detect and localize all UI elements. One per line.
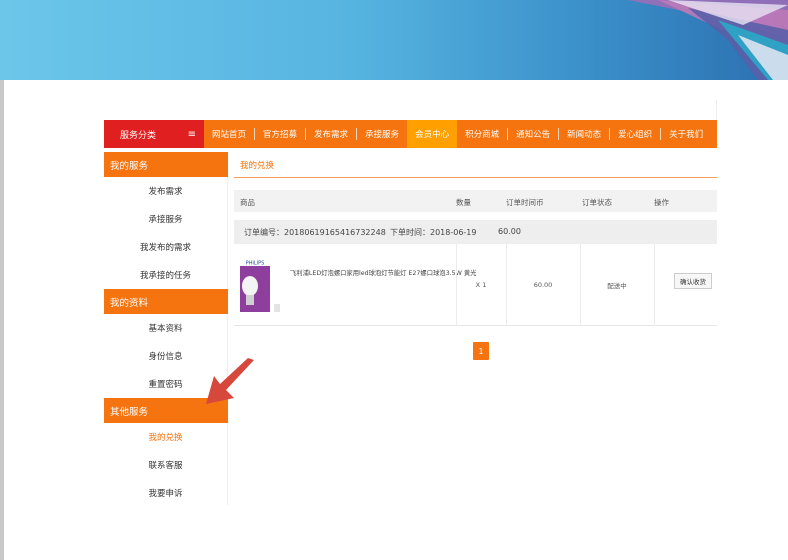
sidebar: 我的服务 发布需求 承接服务 我发布的需求 我承接的任务 我的资料 基本资料 身… xyxy=(104,152,228,505)
nav-item-points-mall[interactable]: 积分商城 xyxy=(457,120,507,148)
nav-item-services[interactable]: 承接服务 xyxy=(357,120,407,148)
sidebar-item-post-demand[interactable]: 发布需求 xyxy=(104,177,228,205)
decorative-ribbon-graphic xyxy=(628,0,788,80)
sidebar-item-my-tasks[interactable]: 我承接的任务 xyxy=(104,261,228,289)
nav-item-charity[interactable]: 爱心组织 xyxy=(610,120,660,148)
nav-item-label: 发布需求 xyxy=(314,130,349,140)
nav-category-button[interactable]: 服务分类 ≡ xyxy=(104,120,204,148)
sidebar-item-services[interactable]: 承接服务 xyxy=(104,205,228,233)
menu-icon: ≡ xyxy=(187,128,196,140)
sidebar-section-title: 我的资料 xyxy=(104,289,228,314)
column-header-quantity: 数量 xyxy=(456,198,471,207)
main-content: 我的兑换 商品 数量 订单时间币 订单状态 操作 订单编号：2018061916… xyxy=(234,152,717,360)
column-header-product: 商品 xyxy=(240,198,255,207)
nav-item-label: 官方招募 xyxy=(263,130,298,140)
nav-item-label: 网站首页 xyxy=(212,130,247,140)
sidebar-item-complaint[interactable]: 我要申诉 xyxy=(104,479,228,505)
table-row: PHILIPS 飞利浦LED灯泡螺口家用led球泡灯节能灯 E27螺口球泡3.5… xyxy=(234,244,717,326)
column-header-coins: 订单时间币 xyxy=(506,198,544,207)
table-header: 商品 数量 订单时间币 订单状态 操作 xyxy=(234,190,717,212)
member-center-page: 服务分类 ≡ 网站首页 官方招募 发布需求 承接服务 会员中心 积分商城 通知公… xyxy=(104,100,717,505)
top-spacer xyxy=(104,100,717,120)
order-status: 配送中 xyxy=(607,282,627,290)
bulb-package-icon: PHILIPS xyxy=(240,258,280,312)
order-quantity: X 1 xyxy=(475,281,487,289)
column-header-action: 操作 xyxy=(654,198,669,207)
order-number: 订单编号：20180619165416732248 xyxy=(244,228,386,237)
nav-item-label: 爱心组织 xyxy=(618,130,653,140)
nav-category-label: 服务分类 xyxy=(120,130,157,141)
pointer-arrow-icon xyxy=(206,358,254,404)
confirm-receipt-button[interactable]: 确认收货 xyxy=(674,273,712,289)
product-image[interactable]: PHILIPS xyxy=(236,254,284,318)
nav-item-news[interactable]: 新闻动态 xyxy=(559,120,609,148)
order-amount: 60.00 xyxy=(498,227,521,236)
nav-item-label: 新闻动态 xyxy=(567,130,602,140)
sidebar-item-basic-info[interactable]: 基本资料 xyxy=(104,314,228,342)
pagination-page-1[interactable]: 1 xyxy=(473,342,489,360)
nav-item-about[interactable]: 关于我们 xyxy=(661,120,711,148)
sidebar-section-title: 我的服务 xyxy=(104,152,228,177)
left-edge-strip xyxy=(0,80,4,560)
page-title: 我的兑换 xyxy=(234,152,717,178)
product-name[interactable]: 飞利浦LED灯泡螺口家用led球泡灯节能灯 E27螺口球泡3.5W 黄光 xyxy=(290,268,476,277)
cell-divider xyxy=(654,244,655,326)
nav-item-label: 承接服务 xyxy=(365,130,400,140)
nav-item-member-center[interactable]: 会员中心 xyxy=(407,120,458,148)
sidebar-item-contact-support[interactable]: 联系客服 xyxy=(104,451,228,479)
nav-item-label: 通知公告 xyxy=(516,130,551,140)
sidebar-item-my-exchange[interactable]: 我的兑换 xyxy=(104,423,228,451)
nav-item-home[interactable]: 网站首页 xyxy=(204,120,254,148)
nav-item-post-demand[interactable]: 发布需求 xyxy=(306,120,356,148)
product-brand-logo: PHILIPS xyxy=(246,261,265,267)
order-time: 下单时间：2018-06-19 xyxy=(390,228,477,237)
order-info-bar: 订单编号：20180619165416732248 下单时间：2018-06-1… xyxy=(234,220,717,244)
column-header-status: 订单状态 xyxy=(582,198,612,207)
sidebar-item-my-demands[interactable]: 我发布的需求 xyxy=(104,233,228,261)
order-coins: 60.00 xyxy=(533,281,553,289)
header-banner xyxy=(0,0,788,80)
nav-item-notices[interactable]: 通知公告 xyxy=(508,120,558,148)
nav-item-label: 关于我们 xyxy=(669,130,704,140)
nav-item-label: 积分商城 xyxy=(465,130,500,140)
main-nav: 服务分类 ≡ 网站首页 官方招募 发布需求 承接服务 会员中心 积分商城 通知公… xyxy=(104,120,717,148)
nav-item-recruit[interactable]: 官方招募 xyxy=(255,120,305,148)
nav-item-label: 会员中心 xyxy=(415,130,450,140)
